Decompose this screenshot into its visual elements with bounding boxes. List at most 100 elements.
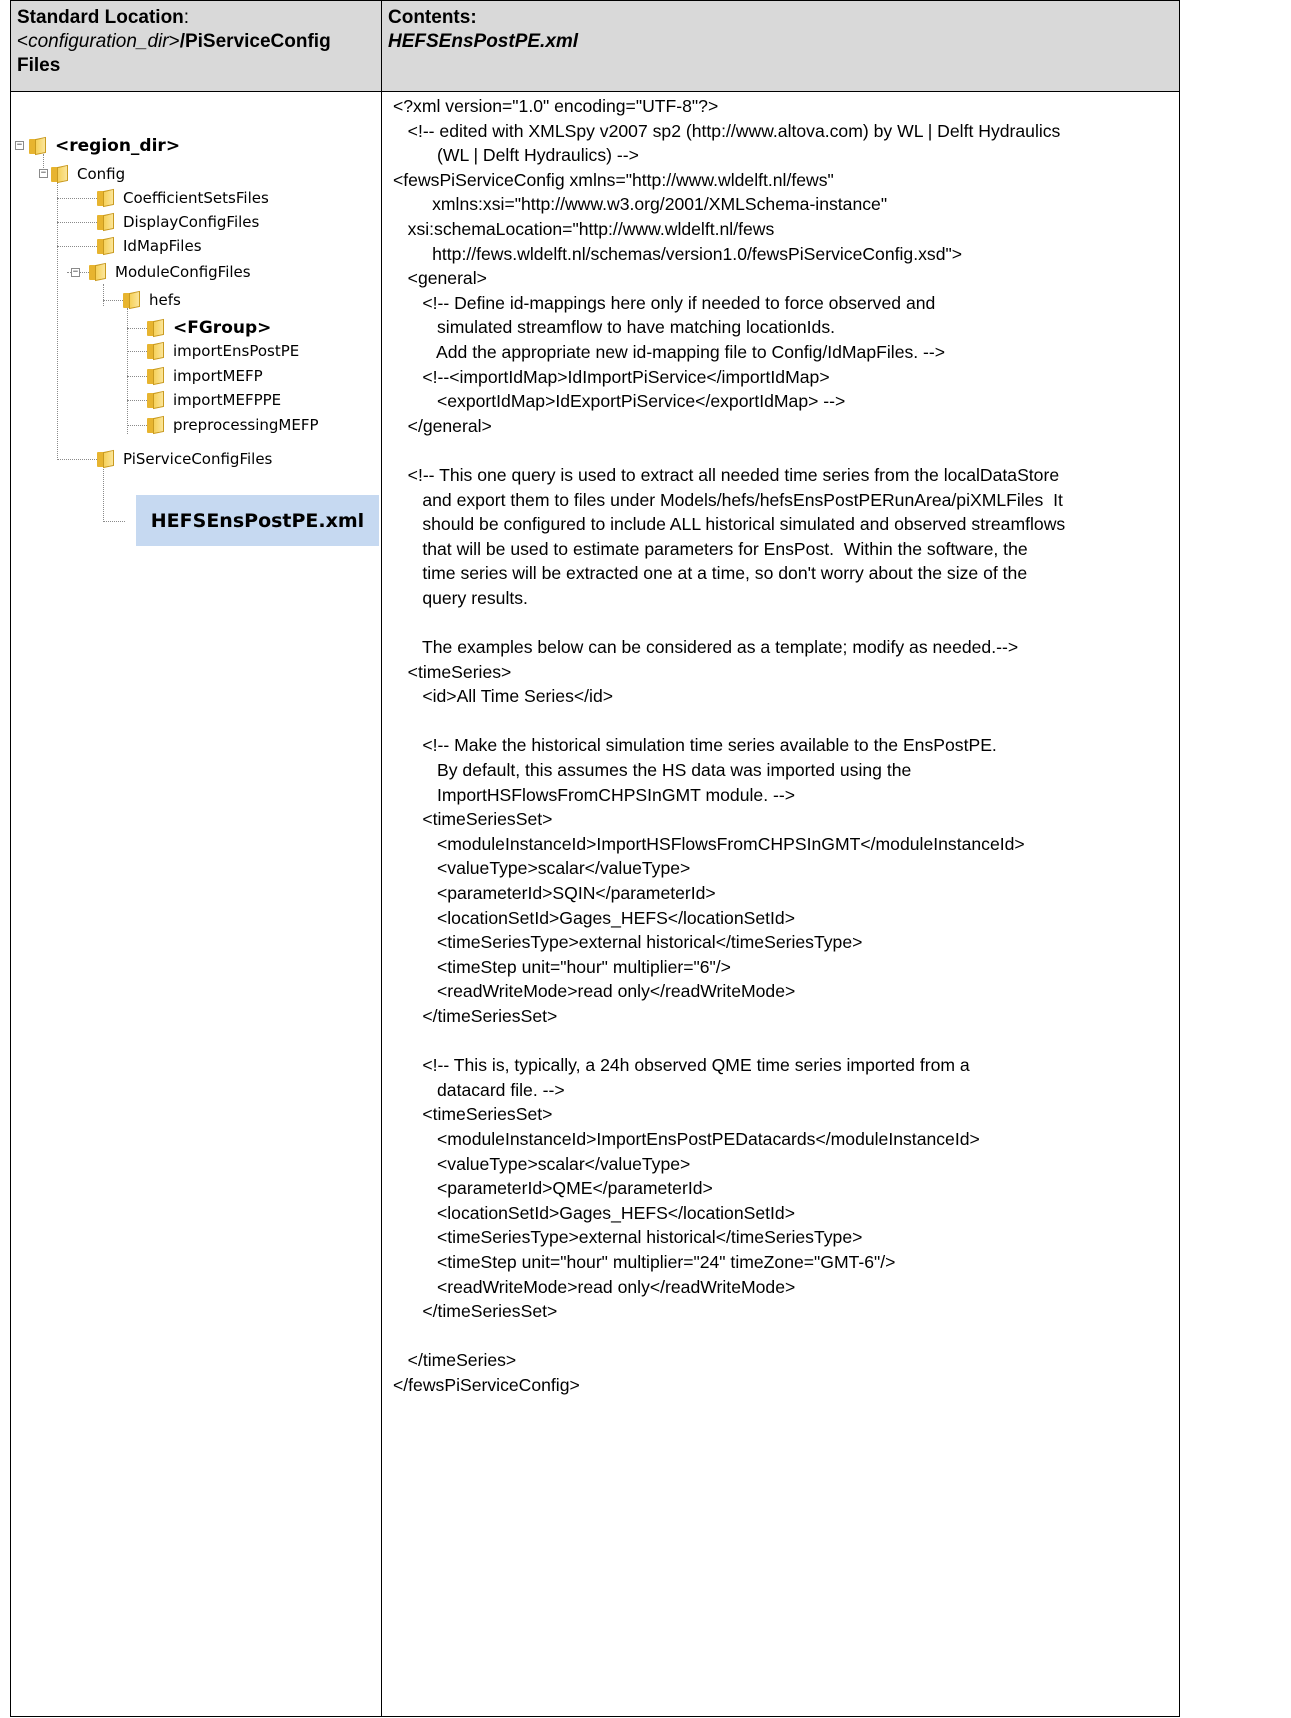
tree-node-config[interactable]: Config	[51, 162, 125, 186]
tree-node-import-mefppe[interactable]: importMEFPPE	[147, 388, 281, 412]
code-line: <general>	[393, 268, 487, 289]
tree-node-display-config-files[interactable]: DisplayConfigFiles	[97, 210, 259, 234]
code-line: By default, this assumes the HS data was…	[393, 760, 912, 781]
tree-node-label: preprocessingMEFP	[173, 416, 319, 434]
tree-node-fgroup[interactable]: <FGroup>	[147, 316, 271, 340]
tree-node-region-dir[interactable]: <region_dir>	[29, 134, 180, 158]
tree-node-import-ens-post-pe[interactable]: importEnsPostPE	[147, 339, 299, 363]
code-line: The examples below can be considered as …	[393, 637, 1019, 658]
collapse-icon[interactable]: −	[71, 268, 80, 277]
directory-tree: − − − <region_dir> Config CoefficientSet…	[11, 92, 381, 522]
code-line: <timeSeriesType>external historical</tim…	[393, 932, 863, 953]
folder-icon	[97, 236, 117, 256]
tree-node-label: <FGroup>	[173, 318, 272, 338]
tree-line	[57, 198, 97, 199]
collapse-icon[interactable]: −	[15, 141, 24, 150]
tree-node-label: Config	[77, 165, 126, 183]
code-line: <fewsPiServiceConfig xmlns="http://www.w…	[393, 169, 834, 190]
code-line: (WL | Delft Hydraulics) -->	[393, 145, 639, 166]
tree-line	[127, 328, 147, 329]
code-line: <readWriteMode>read only</readWriteMode>	[393, 1276, 796, 1297]
folder-icon	[147, 390, 167, 410]
tree-line	[127, 425, 147, 426]
code-line: <moduleInstanceId>ImportHSFlowsFromCHPSI…	[393, 833, 1025, 854]
tree-node-coefficient-sets-files[interactable]: CoefficientSetsFiles	[97, 186, 269, 210]
folder-icon	[97, 188, 117, 208]
tree-node-import-mefp[interactable]: importMEFP	[147, 364, 263, 388]
header-contents: Contents: HEFSEnsPostPE.xml	[382, 1, 1179, 91]
folder-icon	[29, 136, 49, 156]
code-line: datacard file. -->	[393, 1079, 565, 1100]
collapse-icon[interactable]: −	[39, 169, 48, 178]
folder-icon	[97, 449, 117, 469]
config-table: Standard Location: <configuration_dir>/P…	[10, 0, 1180, 1717]
code-line: </timeSeries>	[393, 1350, 517, 1371]
contents-filename: HEFSEnsPostPE.xml	[388, 31, 579, 52]
tree-node-label: hefs	[149, 291, 181, 309]
code-line: <timeSeries>	[393, 661, 512, 682]
code-line: time series will be extracted one at a t…	[393, 563, 1028, 584]
code-line: xsi:schemaLocation="http://www.wldelft.n…	[393, 218, 775, 239]
tree-node-label: DisplayConfigFiles	[123, 213, 260, 231]
tree-line	[127, 308, 128, 434]
code-line: </general>	[393, 415, 492, 436]
code-line: <timeSeriesSet>	[393, 809, 553, 830]
code-line: <!-- Define id-mappings here only if nee…	[393, 292, 936, 313]
code-line: and export them to files under Models/he…	[393, 489, 1063, 510]
code-line: http://fews.wldelft.nl/schemas/version1.…	[393, 243, 962, 264]
code-line: ImportHSFlowsFromCHPSInGMT module. -->	[393, 784, 795, 805]
contents-label: Contents:	[388, 7, 477, 28]
code-line: <valueType>scalar</valueType>	[393, 858, 691, 879]
code-line: simulated streamflow to have matching lo…	[393, 317, 835, 338]
folder-icon	[123, 290, 143, 310]
tree-node-pi-service-config-files[interactable]: PiServiceConfigFiles	[97, 447, 272, 471]
code-line: <id>All Time Series</id>	[393, 686, 614, 707]
code-line: <valueType>scalar</valueType>	[393, 1153, 691, 1174]
header-location-line2: <configuration_dir>/PiServiceConfig	[17, 31, 331, 52]
tree-line	[103, 462, 104, 522]
tree-node-label: IdMapFiles	[123, 237, 202, 255]
tree-line	[103, 284, 104, 306]
folder-icon	[147, 341, 167, 361]
code-line: </timeSeriesSet>	[393, 1005, 558, 1026]
column-divider	[381, 1, 382, 1716]
tree-line	[57, 459, 97, 460]
code-line: <parameterId>QME</parameterId>	[393, 1178, 713, 1199]
file-callout: HEFSEnsPostPE.xml	[136, 495, 379, 546]
tree-node-id-map-files[interactable]: IdMapFiles	[97, 234, 202, 258]
code-line: <!-- This one query is used to extract a…	[393, 464, 1060, 485]
code-line: <timeStep unit="hour" multiplier="24" ti…	[393, 1251, 896, 1272]
code-line: <exportIdMap>IdExportPiService</exportId…	[393, 391, 846, 412]
folder-icon	[51, 164, 71, 184]
tree-line	[57, 222, 97, 223]
code-line: <timeSeriesType>external historical</tim…	[393, 1227, 863, 1248]
code-line: that will be used to estimate parameters…	[393, 538, 1028, 559]
tree-node-preprocessing-mefp[interactable]: preprocessingMEFP	[147, 413, 319, 437]
tree-line	[127, 400, 147, 401]
tree-node-module-config-files[interactable]: ModuleConfigFiles	[89, 260, 251, 284]
folder-icon	[89, 262, 109, 282]
xml-listing: <?xml version="1.0" encoding="UTF-8"?> <…	[393, 94, 1183, 1397]
code-line: <!-- Make the historical simulation time…	[393, 735, 997, 756]
code-line: Add the appropriate new id-mapping file …	[393, 341, 946, 362]
code-line: <parameterId>SQIN</parameterId>	[393, 883, 716, 903]
tree-node-label: ModuleConfigFiles	[115, 263, 251, 281]
code-line: <!--<importIdMap>IdImportPiService</impo…	[393, 366, 830, 387]
code-line: xmlns:xsi="http://www.w3.org/2001/XMLSch…	[393, 194, 888, 215]
tree-line	[127, 376, 147, 377]
folder-icon	[147, 366, 167, 386]
tree-line	[127, 351, 147, 352]
code-line: <locationSetId>Gages_HEFS</locationSetId…	[393, 907, 795, 928]
code-line: <!-- edited with XMLSpy v2007 sp2 (http:…	[393, 120, 1061, 141]
code-line: query results.	[393, 587, 528, 608]
code-line: </fewsPiServiceConfig>	[393, 1374, 580, 1395]
code-line: <?xml version="1.0" encoding="UTF-8"?>	[393, 96, 719, 116]
code-line: <timeSeriesSet>	[393, 1104, 553, 1125]
tree-node-label: <region_dir>	[55, 136, 181, 156]
tree-node-hefs[interactable]: hefs	[123, 288, 181, 312]
